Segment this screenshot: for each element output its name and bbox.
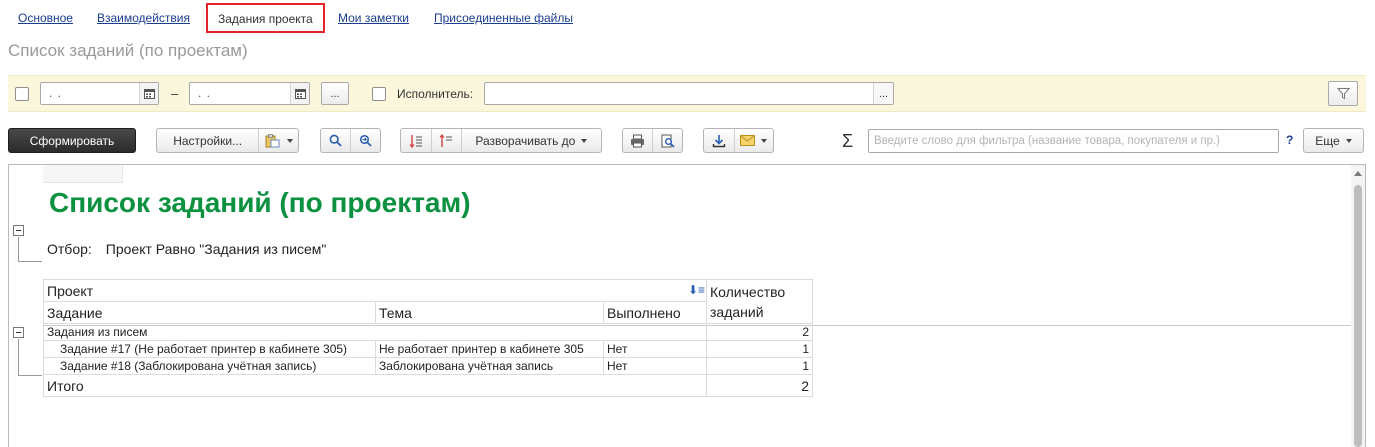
executor-checkbox[interactable] [372,87,386,101]
period-from-value: . . [49,86,63,100]
settings-button-group: Настройки... [156,128,299,153]
task-cell: Задание #18 (Заблокирована учётная запис… [43,357,376,375]
generate-button[interactable]: Сформировать [8,128,136,153]
scroll-up-icon[interactable] [1354,171,1362,176]
expand-all-button[interactable] [401,129,431,152]
send-email-button[interactable] [733,129,773,152]
expand-buttons-group: Разворачивать до [400,128,602,153]
save-button[interactable] [704,129,734,152]
find-next-icon [359,134,372,147]
count-cell: 1 [706,340,813,358]
report-filter: Отбор: Проект Равно "Задания из писем" [47,241,326,257]
search-input[interactable]: Введите слово для фильтра (название това… [868,129,1279,153]
period-checkbox[interactable] [15,87,29,101]
envelope-icon [740,135,756,146]
count-cell: 1 [706,357,813,375]
collapse-all-button[interactable] [430,129,461,152]
vertical-scrollbar[interactable] [1351,165,1365,447]
download-icon [712,134,725,147]
tab-attached-files[interactable]: Присоединенные файлы [434,11,573,25]
header-task[interactable]: Задание [43,301,376,324]
group-line [18,261,42,262]
print-preview-button[interactable] [652,129,682,152]
period-select-button[interactable]: ... [321,82,349,105]
done-cell: Нет [603,340,707,358]
calendar-icon[interactable] [290,83,309,104]
total-row[interactable]: Итого 2 [43,374,813,397]
print-preview-icon [661,134,675,148]
report-area[interactable]: Список заданий (по проектам) Отбор: Проек… [8,164,1366,447]
variant-menu-button[interactable] [258,129,298,152]
task-cell: Задание #17 (Не работает принтер в кабин… [43,340,376,358]
period-to-value: . . [198,86,212,100]
scroll-thumb[interactable] [1354,185,1362,447]
sort-icon[interactable]: ⬇≡ [688,283,705,297]
table-row[interactable]: Задание #18 (Заблокирована учётная запис… [43,357,813,375]
total-label: Итого [43,374,707,397]
expand-to-button[interactable]: Разворачивать до [460,129,601,152]
tab-project-tasks[interactable]: Задания проекта [206,3,325,33]
print-button[interactable] [623,129,652,152]
group-row[interactable]: Задания из писем 2 [43,323,813,341]
header-topic[interactable]: Тема [375,301,604,324]
topic-cell: Не работает принтер в кабинете 305 [375,340,604,358]
group-line [18,375,42,376]
report-filter-value: Проект Равно "Задания из писем" [105,241,327,257]
more-button[interactable]: Еще [1303,128,1364,153]
report-title: Список заданий (по проектам) [49,187,471,218]
search-placeholder: Введите слово для фильтра (название това… [874,135,1221,147]
funnel-icon [1336,88,1350,100]
settings-button[interactable]: Настройки... [157,129,258,152]
report-filter-label: Отбор: [47,241,92,257]
group-count: 2 [706,323,813,341]
filter-bar: . . – . . ... Исполнитель: ... [8,75,1366,112]
sum-icon[interactable]: Σ [842,131,853,152]
search-buttons-group [320,128,381,153]
page-title: Список заданий (по проектам) [8,41,248,60]
report-table: Проект ⬇≡ Количество заданий Задание Тема … [43,279,813,397]
group-line [18,237,19,261]
clipboard-icon [265,133,280,147]
executor-select-button[interactable]: ... [873,83,893,104]
group-line [18,339,19,375]
printer-icon [631,134,645,147]
find-button[interactable] [321,129,350,152]
search-icon [329,134,342,147]
calendar-icon[interactable] [139,83,158,104]
tab-main[interactable]: Основное [18,11,73,25]
table-row[interactable]: Задание #17 (Не работает принтер в кабин… [43,340,813,358]
collapse-group-icon[interactable] [13,327,24,338]
group-name: Задания из писем [43,323,707,341]
print-buttons-group [622,128,683,153]
topic-cell: Заблокирована учётная запись [375,357,604,375]
tab-bar: Основное Взаимодействия Задания проекта … [0,0,1375,36]
total-count: 2 [706,374,813,397]
expand-to-label: Разворачивать до [475,133,576,148]
report-corner-cell [43,165,123,183]
executor-field[interactable]: ... [484,82,894,105]
find-next-button[interactable] [350,129,380,152]
header-count[interactable]: Количество заданий [706,279,813,324]
expand-all-icon [409,134,422,148]
tab-my-notes[interactable]: Мои заметки [338,11,409,25]
filter-settings-button[interactable] [1328,81,1358,106]
collapse-header-icon[interactable] [13,225,24,236]
period-from-field[interactable]: . . [40,82,159,105]
more-label: Еще [1315,133,1340,148]
tab-interactions[interactable]: Взаимодействия [97,11,190,25]
period-dash: – [171,86,179,101]
export-buttons-group [703,128,774,153]
period-to-field[interactable]: . . [189,82,310,105]
done-cell: Нет [603,357,707,375]
collapse-all-icon [439,133,453,147]
executor-label: Исполнитель: [397,87,474,101]
help-button[interactable]: ? [1286,133,1293,147]
header-done[interactable]: Выполнено [603,301,707,324]
header-project[interactable]: Проект ⬇≡ [43,279,707,302]
